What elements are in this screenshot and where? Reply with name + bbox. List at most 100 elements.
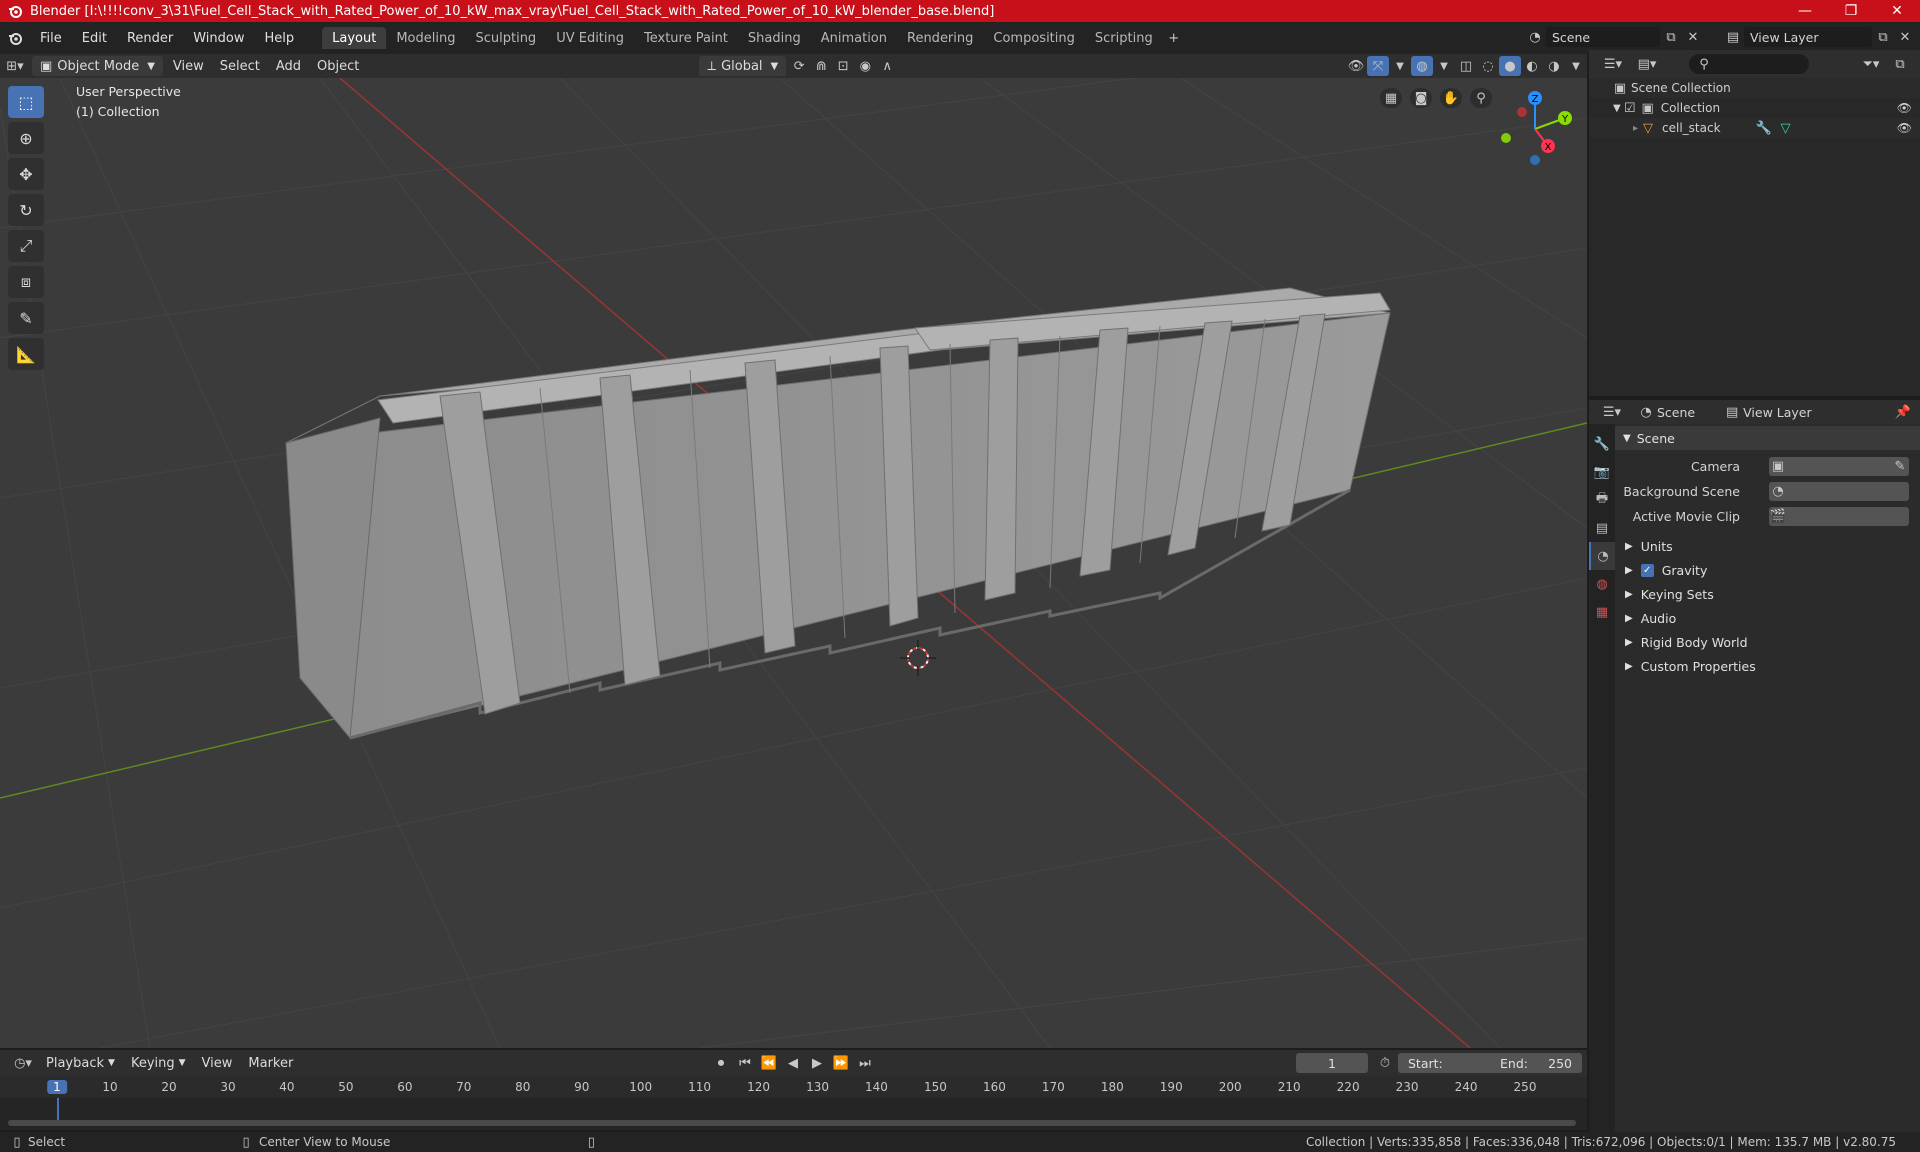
menu-object[interactable]: Object xyxy=(309,56,367,76)
rendered-shading-icon[interactable]: ◑ xyxy=(1543,56,1565,76)
mesh-data-icon[interactable]: ▽ xyxy=(1775,118,1797,138)
snap-icon[interactable]: ⋒ xyxy=(810,56,832,76)
timeline-scrollbar[interactable] xyxy=(8,1120,1576,1126)
tab-texture-icon[interactable]: ▦ xyxy=(1589,598,1615,626)
menu-keying[interactable]: Keying ▼ xyxy=(123,1053,194,1073)
rotate-tool-icon[interactable]: ↻ xyxy=(8,194,44,226)
gizmo-neg-y-handle[interactable] xyxy=(1501,133,1511,143)
breadcrumb-view-layer[interactable]: View Layer xyxy=(1743,405,1812,420)
outliner-search-input[interactable]: ⚲ xyxy=(1689,54,1809,74)
scale-tool-icon[interactable]: ⤢ xyxy=(8,230,44,262)
blender-menu-icon[interactable] xyxy=(0,28,30,48)
outliner-row-cell-stack[interactable]: ▸ ▽ cell_stack 🔧 ▽ 👁 xyxy=(1589,118,1920,138)
tab-uv-editing[interactable]: UV Editing xyxy=(546,27,634,49)
modifier-wrench-icon[interactable]: 🔧 xyxy=(1753,118,1775,138)
tab-animation[interactable]: Animation xyxy=(811,27,897,49)
tab-sculpting[interactable]: Sculpting xyxy=(465,27,546,49)
scene-panel-header[interactable]: ▼ Scene xyxy=(1615,426,1920,450)
menu-edit[interactable]: Edit xyxy=(72,22,117,54)
editor-type-icon[interactable]: ⊞▾ xyxy=(0,56,30,76)
delete-scene-icon[interactable]: ✕ xyxy=(1682,27,1704,47)
menu-window[interactable]: Window xyxy=(183,22,254,54)
timeline-ruler[interactable]: 1 10 20 30 40 50 60 70 80 90 100 110 120 130 140 150 160… xyxy=(0,1076,1587,1098)
filter-icon[interactable]: ⏷▾ xyxy=(1857,54,1885,74)
new-scene-icon[interactable]: ⧉ xyxy=(1660,27,1682,47)
new-collection-icon[interactable]: ⧉ xyxy=(1889,54,1911,74)
snap-target-icon[interactable]: ⊡ xyxy=(832,56,854,76)
transform-tool-icon[interactable]: ⧈ xyxy=(8,266,44,298)
tab-tool-icon[interactable]: 🔧 xyxy=(1589,430,1615,458)
gizmo-toggle-icon[interactable]: ⤧ xyxy=(1367,56,1389,76)
tab-scene-icon[interactable]: ◔ xyxy=(1589,542,1615,570)
material-shading-icon[interactable]: ◐ xyxy=(1521,56,1543,76)
jump-start-icon[interactable]: ⏮ xyxy=(734,1053,756,1073)
mode-selector[interactable]: ▣ Object Mode ▼ xyxy=(32,56,163,76)
tab-rendering[interactable]: Rendering xyxy=(897,27,983,49)
audio-panel-header[interactable]: ▶ Audio xyxy=(1615,606,1920,630)
menu-select[interactable]: Select xyxy=(212,56,268,76)
pivot-icon[interactable]: ⟳ xyxy=(788,56,810,76)
scene-name-field[interactable]: Scene xyxy=(1546,27,1660,47)
camera-field[interactable]: ▣ ✎ xyxy=(1769,456,1909,476)
tab-layout[interactable]: Layout xyxy=(322,27,387,49)
scene-selector[interactable]: ◔ Scene ⧉ ✕ xyxy=(1524,26,1704,48)
playhead-line[interactable] xyxy=(57,1098,59,1120)
3d-viewport[interactable]: User Perspective (1) Collection ▦ ◙ ✋ ⚲ … xyxy=(0,78,1587,1048)
eyedropper-icon[interactable]: ✎ xyxy=(1891,457,1909,476)
delete-view-layer-icon[interactable]: ✕ xyxy=(1894,27,1916,47)
current-frame-field[interactable]: 1 xyxy=(1296,1053,1368,1073)
tab-modeling[interactable]: Modeling xyxy=(386,27,465,49)
chevron-down-icon[interactable]: ▼ xyxy=(1565,56,1587,76)
breadcrumb-scene[interactable]: Scene xyxy=(1657,405,1695,420)
menu-playback[interactable]: Playback ▼ xyxy=(38,1053,123,1073)
timeline-editor-type-icon[interactable]: ◷▾ xyxy=(8,1053,38,1073)
timeline-track-area[interactable] xyxy=(0,1098,1587,1130)
solid-shading-icon[interactable]: ● xyxy=(1499,56,1521,76)
menu-timeline-view[interactable]: View xyxy=(194,1053,241,1073)
cell-stack-model[interactable] xyxy=(285,287,1391,740)
view-layer-selector[interactable]: ▤ View Layer ⧉ ✕ xyxy=(1722,26,1916,48)
tab-shading[interactable]: Shading xyxy=(738,27,811,49)
tab-output-icon[interactable]: 🖶 xyxy=(1589,486,1615,514)
active-movie-clip-field[interactable]: 🎬 xyxy=(1769,506,1909,526)
rigid-body-world-panel-header[interactable]: ▶ Rigid Body World xyxy=(1615,630,1920,654)
proportional-edit-icon[interactable]: ◉ xyxy=(854,56,876,76)
annotate-tool-icon[interactable]: ✎ xyxy=(8,302,44,334)
visibility-icon[interactable]: 👁 xyxy=(1345,56,1367,76)
tab-compositing[interactable]: Compositing xyxy=(983,27,1085,49)
falloff-icon[interactable]: ∧ xyxy=(876,56,898,76)
record-icon[interactable]: ⏺ xyxy=(710,1053,732,1073)
orientation-gizmo[interactable]: Z Y X xyxy=(1490,84,1580,174)
stopwatch-icon[interactable]: ⏱ xyxy=(1374,1053,1396,1073)
close-button[interactable]: ✕ xyxy=(1874,0,1920,22)
gizmo-neg-x-handle[interactable] xyxy=(1517,107,1527,117)
exclude-checkbox-icon[interactable]: ☑ xyxy=(1621,98,1639,118)
tab-scripting[interactable]: Scripting xyxy=(1085,27,1163,49)
xray-toggle-icon[interactable]: ◫ xyxy=(1455,56,1477,76)
end-frame-field[interactable]: End: 250 xyxy=(1490,1053,1582,1073)
zoom-icon[interactable]: ⚲ xyxy=(1470,88,1492,108)
menu-file[interactable]: File xyxy=(30,22,72,54)
tab-texture-paint[interactable]: Texture Paint xyxy=(634,27,738,49)
maximize-button[interactable]: ❐ xyxy=(1828,0,1874,22)
gravity-panel-header[interactable]: ▶ ✓ Gravity xyxy=(1615,558,1920,582)
measure-tool-icon[interactable]: 📐 xyxy=(8,338,44,370)
menu-view[interactable]: View xyxy=(165,56,212,76)
eye-icon[interactable]: 👁 xyxy=(1897,101,1912,115)
eye-icon[interactable]: 👁 xyxy=(1897,121,1912,135)
chevron-down-icon[interactable]: ▼ xyxy=(1389,56,1411,76)
display-mode-icon[interactable]: ▤▾ xyxy=(1633,54,1661,74)
custom-properties-panel-header[interactable]: ▶ Custom Properties xyxy=(1615,654,1920,678)
menu-render[interactable]: Render xyxy=(117,22,183,54)
outliner-editor-type-icon[interactable]: ☰▾ xyxy=(1599,54,1627,74)
play-reverse-icon[interactable]: ◀ xyxy=(782,1053,804,1073)
add-workspace-icon[interactable]: + xyxy=(1163,28,1185,48)
menu-help[interactable]: Help xyxy=(255,22,305,54)
properties-editor-type-icon[interactable]: ☰▾ xyxy=(1597,402,1627,422)
next-keyframe-icon[interactable]: ⏩ xyxy=(830,1053,852,1073)
minimize-button[interactable]: — xyxy=(1782,0,1828,22)
grid-view-icon[interactable]: ▦ xyxy=(1380,88,1402,108)
tab-render-icon[interactable]: 📷 xyxy=(1589,458,1615,486)
outliner-row-collection[interactable]: ▼ ☑ ▣ Collection 👁 xyxy=(1589,98,1920,118)
camera-view-icon[interactable]: ◙ xyxy=(1410,88,1432,108)
